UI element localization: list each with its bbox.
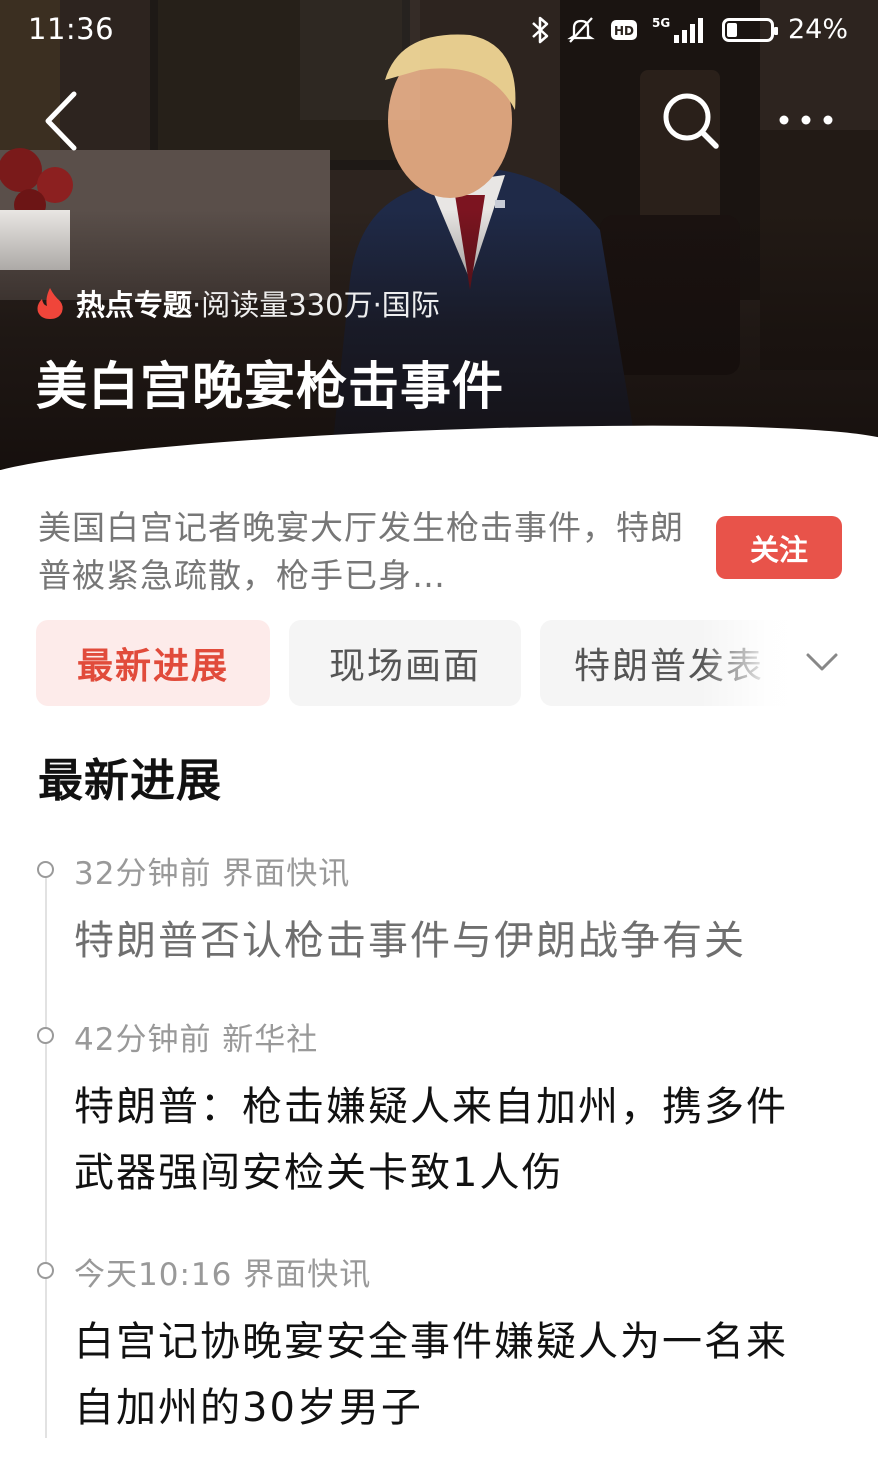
hd-icon: HD	[610, 18, 638, 42]
tab-latest[interactable]: 最新进展	[36, 620, 270, 706]
timeline-meta: 42分钟前 新华社	[74, 1022, 319, 1058]
status-time: 11:36	[28, 12, 115, 46]
tab-scene[interactable]: 现场画面	[289, 620, 521, 706]
search-button[interactable]	[660, 90, 722, 152]
hero-banner: 11:36 HD 5G 24% 热点专题 ·阅读量330万·国际 美白宫晚宴枪击…	[0, 0, 878, 470]
timeline-dot	[37, 1027, 54, 1044]
timeline-title[interactable]: 白宫记协晚宴安全事件嫌疑人为一名来自加州的30岁男子	[74, 1309, 824, 1441]
svg-text:HD: HD	[614, 24, 634, 38]
timeline-title[interactable]: 特朗普：枪击嫌疑人来自加州，携多件武器强闯安检关卡致1人伤	[74, 1074, 824, 1206]
tabs-fade	[700, 620, 878, 706]
svg-text:5G: 5G	[652, 16, 670, 30]
topic-tag: 热点专题	[76, 288, 193, 322]
timeline-dot	[37, 861, 54, 878]
timeline-dot	[37, 1262, 54, 1279]
battery-level	[726, 22, 737, 37]
timeline-line	[45, 878, 47, 1438]
search-icon	[663, 93, 719, 149]
topic-stats: ·阅读量330万·国际	[192, 288, 440, 322]
bluetooth-icon	[530, 15, 552, 45]
mute-bell-icon	[566, 15, 596, 45]
flame-icon	[37, 288, 63, 319]
section-title: 最新进展	[38, 754, 223, 807]
more-dots-icon	[779, 115, 833, 125]
timeline-meta: 今天10:16 界面快讯	[74, 1257, 372, 1293]
status-icons: HD 5G 24%	[530, 14, 848, 45]
topic-meta: 热点专题 ·阅读量330万·国际	[36, 282, 440, 324]
timeline-meta: 32分钟前 界面快讯	[74, 856, 351, 892]
battery-icon	[721, 17, 778, 42]
signal-icon: 5G	[652, 15, 708, 45]
page-title: 美白宫晚宴枪击事件	[36, 358, 505, 417]
chevron-left-icon	[45, 91, 77, 151]
back-button[interactable]	[36, 86, 84, 156]
tabs-expand-button[interactable]	[800, 640, 844, 684]
topic-summary[interactable]: 美国白宫记者晚宴大厅发生枪击事件，特朗普被紧急疏散，枪手已身…	[38, 504, 698, 600]
timeline-title[interactable]: 特朗普否认枪击事件与伊朗战争有关	[74, 908, 824, 974]
status-bar: 11:36 HD 5G 24%	[0, 0, 878, 60]
more-button[interactable]	[770, 100, 842, 140]
follow-button[interactable]: 关注	[716, 516, 842, 579]
battery-percent: 24%	[787, 14, 848, 45]
chevron-down-icon	[806, 653, 838, 671]
